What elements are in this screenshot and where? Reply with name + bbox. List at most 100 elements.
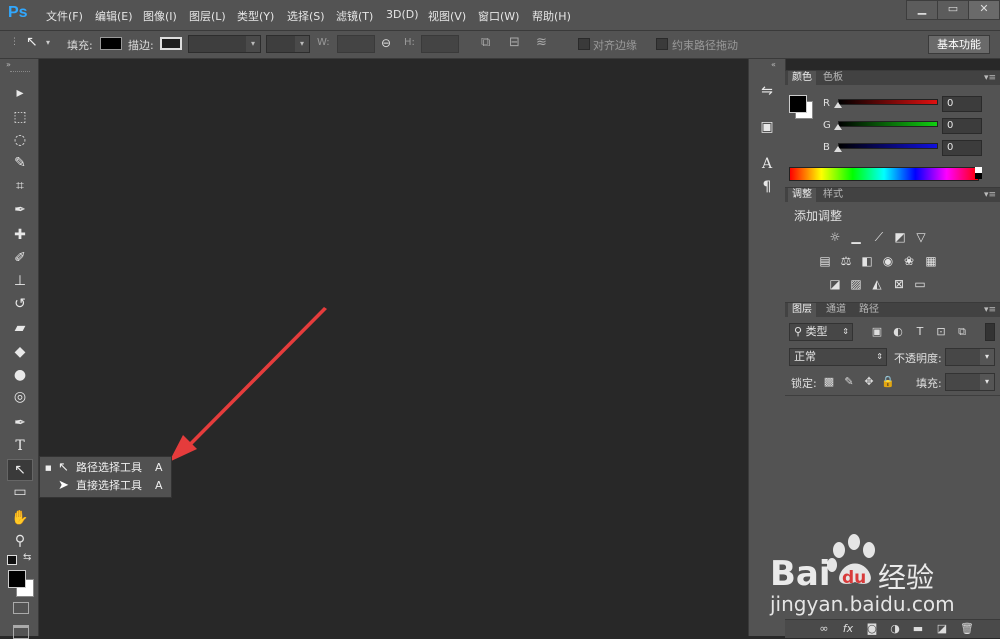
path-operations-icon[interactable]: ⧉ <box>481 35 490 50</box>
menu-file[interactable]: 文件(F) <box>46 8 83 24</box>
zoom-tool-icon[interactable]: ⚲ <box>8 531 32 551</box>
filter-type-icon[interactable]: T <box>913 325 927 339</box>
brush-tool-icon[interactable]: ✐ <box>8 248 32 268</box>
link-icon[interactable]: ⊖ <box>381 36 391 50</box>
green-slider[interactable] <box>838 121 938 127</box>
tool-preset-chevron-icon[interactable]: ▾ <box>46 38 50 47</box>
history-brush-tool-icon[interactable]: ↺ <box>8 294 32 314</box>
menu-window[interactable]: 窗口(W) <box>478 8 519 24</box>
lock-image-icon[interactable]: ✎ <box>842 375 856 389</box>
width-field[interactable] <box>337 35 375 53</box>
foreground-color-swatch[interactable] <box>8 570 26 588</box>
history-panel-icon[interactable]: ⇋ <box>757 81 777 101</box>
opacity-field[interactable]: ▾ <box>945 348 995 366</box>
minimize-button[interactable]: ▁ <box>906 0 938 20</box>
tab-swatches[interactable]: 色板 <box>819 71 847 85</box>
posterize-icon[interactable]: ▨ <box>848 277 864 291</box>
delete-layer-icon[interactable]: 🗑 <box>960 622 974 636</box>
gradient-map-icon[interactable]: ▭ <box>912 277 928 291</box>
panel-menu-icon[interactable]: ▾≡ <box>984 303 996 317</box>
healing-brush-tool-icon[interactable]: ✚ <box>8 225 32 245</box>
vibrance-icon[interactable]: ▽ <box>913 230 929 244</box>
hand-tool-icon[interactable]: ✋ <box>8 508 32 528</box>
blue-slider[interactable] <box>838 143 938 149</box>
document-canvas-area[interactable] <box>39 59 748 636</box>
constrain-path-checkbox[interactable] <box>656 38 668 50</box>
tab-channels[interactable]: 通道 <box>822 303 850 317</box>
brightness-contrast-icon[interactable]: ☼ <box>827 230 843 244</box>
flyout-item-direct-select[interactable]: ➤ 直接选择工具 A <box>40 477 171 495</box>
threshold-icon[interactable]: ◭ <box>869 277 885 291</box>
menu-layer[interactable]: 图层(L) <box>189 8 226 24</box>
color-spectrum-ramp[interactable] <box>789 167 979 181</box>
stroke-type-combo[interactable]: ▾ <box>266 35 310 53</box>
tab-layers[interactable]: 图层 <box>788 303 816 317</box>
quick-mask-icon[interactable] <box>13 602 29 614</box>
paragraph-panel-icon[interactable]: ¶ <box>757 177 777 197</box>
flyout-item-path-select[interactable]: ■ ↖ 路径选择工具 A <box>40 459 171 477</box>
filter-toggle[interactable] <box>985 323 995 341</box>
properties-panel-icon[interactable]: ▣ <box>757 117 777 137</box>
pen-tool-icon[interactable]: ✒ <box>8 413 32 433</box>
menu-filter[interactable]: 滤镜(T) <box>336 8 373 24</box>
path-select-arrow-icon[interactable]: ↖ <box>26 34 38 50</box>
color-balance-icon[interactable]: ⚖ <box>838 254 854 268</box>
new-group-icon[interactable]: ▬ <box>911 622 925 636</box>
path-arrangement-icon[interactable]: ≋ <box>536 35 547 50</box>
menu-select[interactable]: 选择(S) <box>287 8 325 24</box>
rectangle-tool-icon[interactable]: ▭ <box>8 482 32 502</box>
dodge-tool-icon[interactable]: ◎ <box>8 387 32 407</box>
blue-value-field[interactable]: 0 <box>942 140 982 156</box>
new-layer-icon[interactable]: ◪ <box>935 622 949 636</box>
link-layers-icon[interactable]: ∞ <box>817 622 831 636</box>
filter-shape-icon[interactable]: ⊡ <box>934 325 948 339</box>
filter-adjustment-icon[interactable]: ◐ <box>891 325 905 339</box>
green-slider-handle[interactable] <box>834 124 842 130</box>
curves-icon[interactable]: ⟋ <box>871 230 887 244</box>
move-tool-icon[interactable]: ▸ <box>8 83 32 103</box>
eyedropper-tool-icon[interactable]: ✒ <box>8 200 32 220</box>
type-tool-icon[interactable]: T <box>8 436 32 456</box>
marquee-tool-icon[interactable]: ⬚ <box>8 107 32 127</box>
levels-icon[interactable]: ▁ <box>848 230 864 244</box>
height-field[interactable] <box>421 35 459 53</box>
default-colors-icon[interactable] <box>7 555 17 565</box>
menu-help[interactable]: 帮助(H) <box>532 8 571 24</box>
menu-3d[interactable]: 3D(D) <box>386 8 419 21</box>
panel-menu-icon[interactable]: ▾≡ <box>984 71 996 85</box>
channel-mixer-icon[interactable]: ❀ <box>901 254 917 268</box>
close-button[interactable]: ✕ <box>968 0 1000 20</box>
red-slider-handle[interactable] <box>834 102 842 108</box>
blur-tool-icon[interactable]: ● <box>8 365 32 385</box>
color-lookup-icon[interactable]: ▦ <box>923 254 939 268</box>
tab-paths[interactable]: 路径 <box>855 303 883 317</box>
green-value-field[interactable]: 0 <box>942 118 982 134</box>
character-panel-icon[interactable]: A <box>757 154 777 174</box>
photo-filter-icon[interactable]: ◉ <box>880 254 896 268</box>
stroke-swatch[interactable] <box>160 37 182 50</box>
path-alignment-icon[interactable]: ⊟ <box>509 35 520 50</box>
invert-icon[interactable]: ◪ <box>827 277 843 291</box>
swap-colors-icon[interactable]: ⇆ <box>23 552 31 563</box>
tab-adjustments[interactable]: 调整 <box>788 188 816 202</box>
collapse-panel-icon[interactable]: » <box>6 60 11 69</box>
panel-menu-icon[interactable]: ▾≡ <box>984 188 996 202</box>
lock-all-icon[interactable]: 🔒 <box>881 375 895 389</box>
layer-kind-filter[interactable]: ⚲ 类型 ⇕ <box>789 323 853 341</box>
exposure-icon[interactable]: ◩ <box>892 230 908 244</box>
path-select-tool-icon[interactable]: ↖ <box>7 459 33 481</box>
red-value-field[interactable]: 0 <box>942 96 982 112</box>
red-slider[interactable] <box>838 99 938 105</box>
tab-color[interactable]: 颜色 <box>788 71 816 85</box>
menu-image[interactable]: 图像(I) <box>143 8 177 24</box>
lock-transparent-icon[interactable]: ▩ <box>822 375 836 389</box>
workspace-switcher-button[interactable]: 基本功能 <box>928 35 990 54</box>
fill-field[interactable]: ▾ <box>945 373 995 391</box>
tab-styles[interactable]: 样式 <box>819 188 847 202</box>
foreground-color-swatch[interactable] <box>789 95 807 113</box>
menu-view[interactable]: 视图(V) <box>428 8 466 24</box>
blend-mode-select[interactable]: 正常 ⇕ <box>789 348 887 366</box>
expand-panels-icon[interactable]: « <box>771 60 776 69</box>
align-edges-checkbox[interactable] <box>578 38 590 50</box>
paint-bucket-tool-icon[interactable]: ◆ <box>8 342 32 362</box>
